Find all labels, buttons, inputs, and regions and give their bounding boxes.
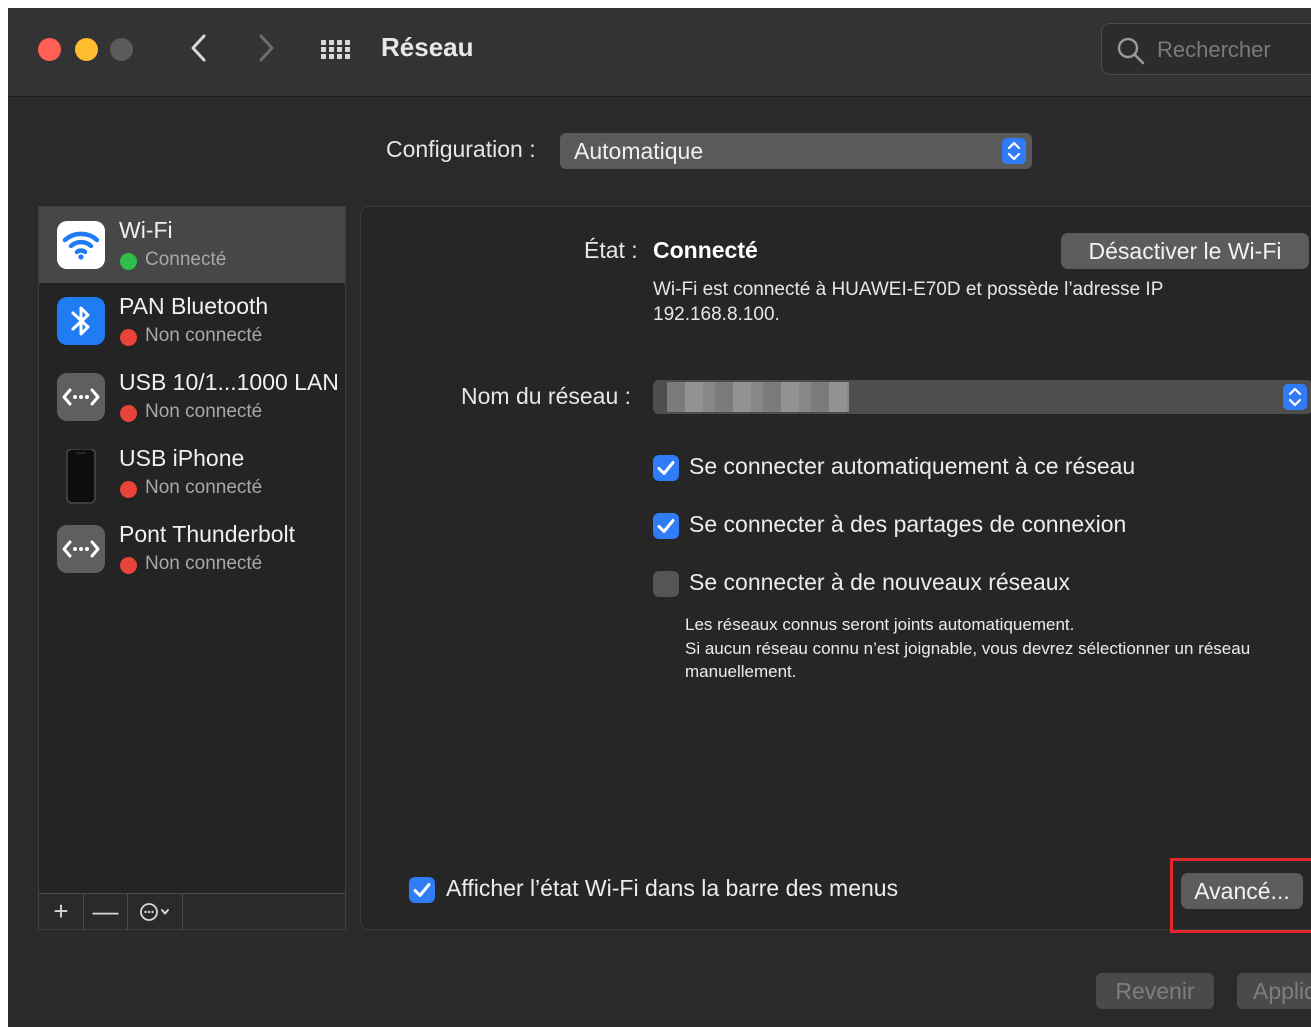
checkmark-icon [657, 519, 675, 533]
apply-button[interactable]: Appliquer [1237, 973, 1311, 1009]
service-name: Pont Thunderbolt [119, 521, 296, 547]
status-dot-disconnected [120, 481, 137, 498]
status-dot-disconnected [120, 405, 137, 422]
checkmark-icon [413, 883, 431, 897]
close-window-button[interactable] [38, 38, 61, 61]
service-status: Non connecté [145, 477, 263, 498]
service-name: USB 10/1...1000 LAN [119, 369, 339, 395]
zoom-window-button[interactable] [110, 38, 133, 61]
search-icon [1117, 37, 1145, 65]
bluetooth-icon [57, 297, 105, 345]
advanced-button-highlight [1170, 858, 1311, 933]
revert-button[interactable]: Revenir [1096, 973, 1214, 1009]
service-status: Non connecté [145, 401, 263, 422]
personal-hotspot-label: Se connecter à des partages de connexion [689, 511, 1127, 537]
state-value: Connecté [653, 237, 758, 263]
action-menu-icon [140, 903, 169, 921]
network-name-label: Nom du réseau : [461, 383, 632, 409]
configuration-value: Automatique [574, 138, 704, 164]
show-wifi-status-label: Afficher l’état Wi-Fi dans la barre des … [446, 875, 899, 901]
search-field[interactable]: Rechercher [1101, 23, 1311, 75]
service-item-wifi[interactable]: Wi-Fi Connecté [39, 207, 345, 283]
state-description: Wi-Fi est connecté à HUAWEI-E70D et poss… [653, 279, 1164, 325]
wifi-icon [57, 221, 105, 269]
configuration-select[interactable]: Automatique [560, 133, 1032, 169]
forward-button[interactable] [251, 30, 281, 66]
new-networks-hint: Les réseaux connus seront joints automat… [685, 613, 1295, 684]
select-stepper-icon [1283, 384, 1307, 410]
status-dot-disconnected [120, 557, 137, 574]
service-detail-panel: État : Connecté Désactiver le Wi-Fi Wi-F… [360, 206, 1311, 930]
service-item-usb-lan[interactable]: USB 10/1...1000 LAN Non connecté [39, 359, 345, 435]
service-item-usb-iphone[interactable]: USB iPhone Non connecté [39, 435, 345, 511]
window-title: Réseau [381, 32, 474, 62]
ethernet-icon [57, 373, 105, 421]
service-item-pan-bluetooth[interactable]: PAN Bluetooth Non connecté [39, 283, 345, 359]
personal-hotspot-checkbox[interactable] [653, 513, 679, 539]
state-label: État : [584, 237, 638, 263]
search-placeholder: Rechercher [1157, 37, 1271, 62]
hint-line: Les réseaux connus seront joints automat… [685, 615, 1075, 634]
service-list-toolbar: + — [39, 893, 345, 930]
service-actions-button[interactable] [128, 894, 183, 930]
iphone-icon [57, 448, 105, 504]
ask-new-networks-checkbox[interactable] [653, 571, 679, 597]
status-dot-disconnected [120, 329, 137, 346]
chevron-left-icon [191, 34, 206, 62]
redacted-network-name [667, 382, 849, 412]
title-bar: Réseau Rechercher [8, 8, 1311, 97]
grid-icon [321, 40, 350, 59]
service-status: Non connecté [145, 325, 263, 346]
back-button[interactable] [184, 30, 214, 66]
configuration-label: Configuration : [386, 136, 536, 162]
service-status: Connecté [145, 249, 227, 270]
auto-join-checkbox[interactable] [653, 455, 679, 481]
show-wifi-status-checkbox[interactable] [409, 877, 435, 903]
remove-service-button[interactable]: — [84, 894, 128, 930]
service-name: Wi-Fi [119, 217, 173, 243]
ask-new-networks-label: Se connecter à de nouveaux réseaux [689, 569, 1071, 595]
service-list: Wi-Fi Connecté PAN Bluetooth Non connect… [38, 206, 346, 930]
service-name: USB iPhone [119, 445, 245, 471]
service-status: Non connecté [145, 553, 263, 574]
network-name-select[interactable] [653, 380, 1311, 414]
add-service-button[interactable]: + [39, 894, 84, 930]
auto-join-label: Se connecter automatiquement à ce réseau [689, 453, 1136, 479]
status-dot-connected [120, 253, 137, 270]
checkmark-icon [657, 461, 675, 475]
select-stepper-icon [1002, 138, 1026, 164]
chevron-right-icon [259, 34, 274, 62]
hint-line: Si aucun réseau connu n’est joignable, v… [685, 638, 1251, 682]
network-preferences-window: Réseau Rechercher Configuration : Automa… [8, 8, 1311, 1027]
service-name: PAN Bluetooth [119, 293, 269, 319]
minimize-window-button[interactable] [75, 38, 98, 61]
thunderbolt-bridge-icon [57, 525, 105, 573]
disable-wifi-button[interactable]: Désactiver le Wi-Fi [1061, 233, 1309, 269]
show-all-button[interactable] [318, 34, 356, 64]
service-item-thunderbolt-bridge[interactable]: Pont Thunderbolt Non connecté [39, 511, 345, 587]
